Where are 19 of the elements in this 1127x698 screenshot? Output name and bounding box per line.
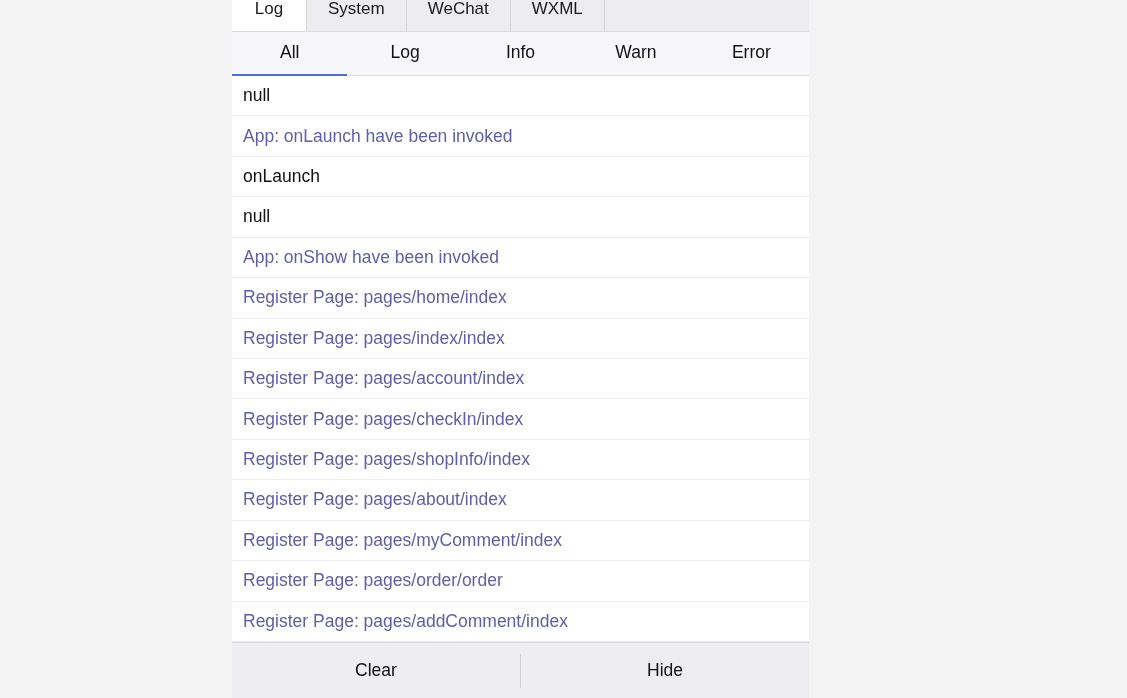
log-entry: Register Page: pages/account/index [232,358,809,400]
log-entry: Register Page: pages/myComment/index [232,520,809,562]
filter-tab[interactable]: Info [462,31,579,76]
filter-tab[interactable]: Log [347,31,463,76]
log-entry: App: onLaunch have been invoked [232,116,809,157]
log-entry: Register Page: pages/order/order [232,561,809,602]
log-entry: Register Page: pages/home/index [232,278,809,319]
log-entry: null [232,75,809,117]
log-entry: App: onShow have been invoked [232,237,809,279]
log-entry: Register Page: pages/index/index [232,318,809,359]
log-entry: Register Page: pages/about/index [232,480,809,521]
filter-tab[interactable]: All [232,31,348,76]
log-entry: Register Page: pages/shopInfo/index [232,439,809,481]
log-entry: Register Page: pages/checkIn/index [232,399,809,440]
panel-tab[interactable]: Log [232,0,307,31]
filter-tab[interactable]: Error [693,31,810,76]
filter-tab[interactable]: Warn [578,31,694,76]
log-entry: null [232,197,809,238]
log-entry: onLaunch [232,156,809,198]
